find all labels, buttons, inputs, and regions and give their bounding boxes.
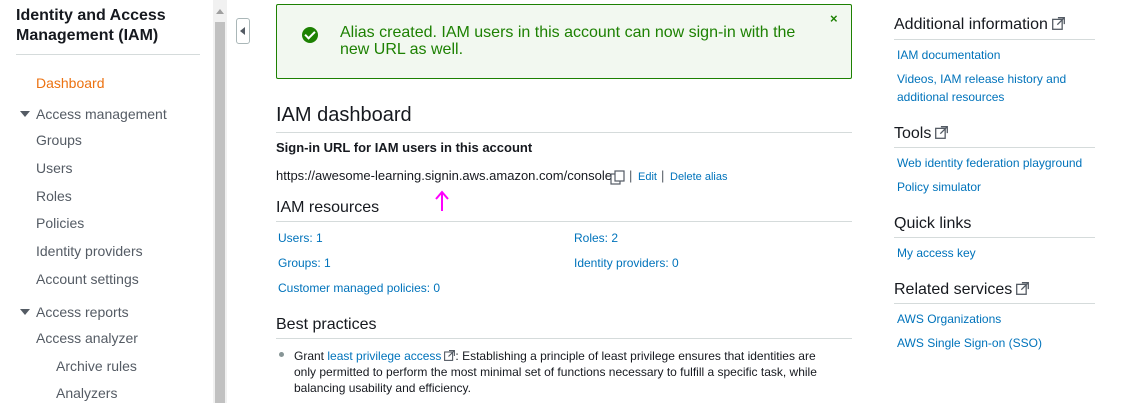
- close-icon[interactable]: ×: [830, 12, 838, 26]
- external-link-icon: [444, 350, 456, 361]
- web-identity-federation-link[interactable]: Web identity federation playground: [897, 154, 1087, 172]
- scroll-thumb[interactable]: [215, 22, 225, 403]
- external-link-icon: [1051, 17, 1065, 30]
- sidebar-title: Identity and Access Management (IAM): [16, 7, 166, 44]
- sidebar-scrollbar[interactable]: [213, 0, 227, 403]
- quick-links-heading: Quick links: [894, 215, 972, 232]
- edit-alias-link[interactable]: Edit: [638, 171, 657, 183]
- best-practice-item: Grant least privilege access: Establishi…: [294, 348, 824, 396]
- sidebar-section-access-management[interactable]: Access management: [20, 106, 167, 122]
- delete-alias-link[interactable]: Delete alias: [670, 171, 727, 183]
- aws-sso-link[interactable]: AWS Single Sign-on (SSO): [897, 334, 1087, 352]
- divider: [894, 237, 1095, 238]
- success-alert: Alias created. IAM users in this account…: [276, 4, 852, 79]
- sidebar-item-dashboard[interactable]: Dashboard: [36, 75, 105, 91]
- policy-simulator-link[interactable]: Policy simulator: [897, 178, 1087, 196]
- my-access-key-link[interactable]: My access key: [897, 244, 1087, 262]
- caret-down-icon: [20, 111, 30, 117]
- page-title: IAM dashboard: [276, 104, 412, 126]
- sidebar-item-users[interactable]: Users: [36, 160, 73, 176]
- copy-icon[interactable]: [610, 170, 626, 185]
- sidebar-item-roles[interactable]: Roles: [36, 188, 72, 204]
- additional-info-heading: Additional information: [894, 16, 1065, 34]
- sidebar-item-archive-rules[interactable]: Archive rules: [56, 358, 137, 374]
- related-services-heading: Related services: [894, 281, 1030, 299]
- signin-url: https://awesome-learning.signin.aws.amaz…: [276, 168, 613, 183]
- signin-url-label: Sign-in URL for IAM users in this accoun…: [276, 140, 533, 155]
- sidebar-section-label: Access reports: [36, 304, 129, 320]
- external-link-icon: [1016, 282, 1030, 295]
- related-services-title: Related services: [894, 281, 1013, 298]
- divider: [276, 132, 852, 133]
- customer-managed-policies-link[interactable]: Customer managed policies: 0: [278, 281, 440, 295]
- groups-count-link[interactable]: Groups: 1: [278, 256, 331, 270]
- caret-down-icon: [20, 309, 30, 315]
- iam-documentation-link[interactable]: IAM documentation: [897, 46, 1087, 64]
- sidebar-divider: [16, 54, 200, 55]
- iam-resources-heading: IAM resources: [276, 199, 380, 216]
- scroll-up-icon[interactable]: [216, 9, 224, 14]
- external-link-icon: [935, 126, 949, 139]
- roles-count-link[interactable]: Roles: 2: [574, 231, 618, 245]
- sidebar-item-groups[interactable]: Groups: [36, 132, 82, 148]
- divider: [894, 147, 1095, 148]
- divider: [894, 303, 1095, 304]
- sidebar-item-policies[interactable]: Policies: [36, 215, 84, 231]
- sidebar-item-analyzers[interactable]: Analyzers: [56, 385, 117, 401]
- divider: [276, 221, 852, 222]
- separator-pipe: |: [661, 168, 665, 183]
- identity-providers-count-link[interactable]: Identity providers: 0: [574, 256, 679, 270]
- bullet: [279, 352, 284, 357]
- tools-heading: Tools: [894, 125, 949, 143]
- least-privilege-link[interactable]: least privilege access: [327, 349, 441, 363]
- chevron-left-icon: [240, 27, 245, 35]
- alert-message: Alias created. IAM users in this account…: [340, 24, 796, 58]
- divider: [894, 39, 1095, 40]
- aws-organizations-link[interactable]: AWS Organizations: [897, 310, 1087, 328]
- best-practices-heading: Best practices: [276, 316, 377, 333]
- best-practice-prefix: Grant: [294, 349, 328, 363]
- videos-release-history-link[interactable]: Videos, IAM release history and addition…: [897, 70, 1087, 106]
- sidebar-item-access-analyzer[interactable]: Access analyzer: [36, 330, 138, 346]
- sidebar-section-label: Access management: [36, 106, 167, 122]
- divider: [276, 338, 852, 339]
- sidebar-item-account-settings[interactable]: Account settings: [36, 271, 139, 287]
- sidebar-section-access-reports[interactable]: Access reports: [20, 304, 129, 320]
- collapse-sidebar-button[interactable]: [236, 18, 250, 44]
- annotation-arrow-icon: [435, 190, 449, 211]
- check-circle-icon: [302, 27, 318, 43]
- separator-pipe: |: [629, 168, 633, 183]
- sidebar: Identity and Access Management (IAM) Das…: [0, 0, 213, 403]
- users-count-link[interactable]: Users: 1: [278, 231, 323, 245]
- additional-info-title: Additional information: [894, 16, 1048, 33]
- sidebar-item-identity-providers[interactable]: Identity providers: [36, 243, 143, 259]
- tools-title: Tools: [894, 125, 932, 142]
